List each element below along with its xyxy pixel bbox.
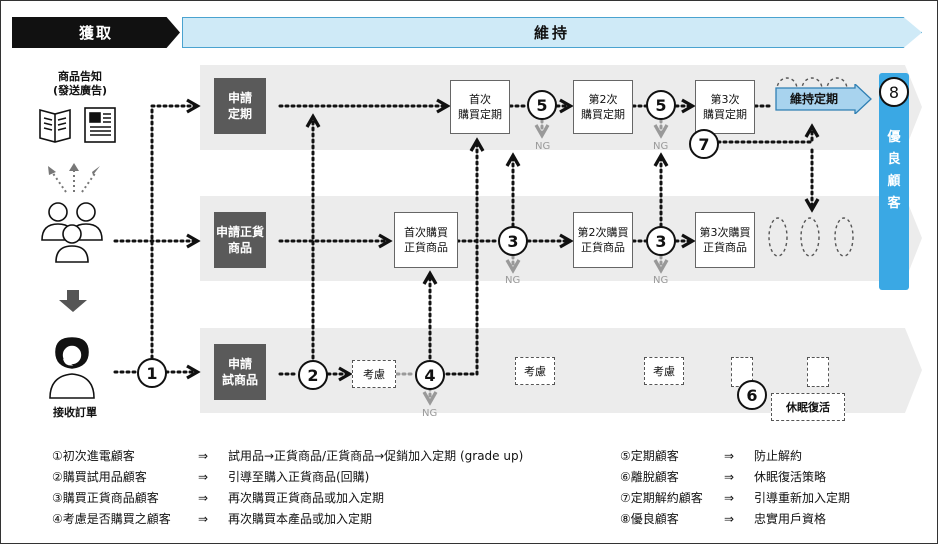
step-circle-8: 8 bbox=[879, 77, 909, 107]
legend-arrow: ⇒ bbox=[198, 491, 209, 505]
legend-row: ⑥離脫顧客 ⇒ 休眠復活策略 bbox=[620, 467, 850, 488]
ad-label-line2: (發送廣告) bbox=[52, 84, 108, 97]
legend-label: ⑤定期顧客 bbox=[620, 449, 679, 463]
box-third-regular: 第3次購買正貨商品 bbox=[695, 212, 755, 268]
lane-regular-label-line2: 商品 bbox=[227, 241, 252, 255]
box-first-regular: 首次購買 正貨商品 bbox=[394, 212, 458, 268]
spread-arrows-icon bbox=[51, 170, 97, 193]
legend-label: ④考慮是否購買之顧客 bbox=[52, 512, 171, 526]
box-consider-1: 考慮 bbox=[352, 360, 396, 388]
legend-row: ⑦定期解約顧客 ⇒ 引導重新加入定期 bbox=[620, 488, 850, 509]
ad-label-line1: 商品告知 bbox=[58, 70, 102, 83]
box-third-subscription-line2: 購買定期 bbox=[703, 108, 747, 121]
box-second-regular: 第2次購買正貨商品 bbox=[573, 212, 633, 268]
step-circle-5b: 5 bbox=[646, 90, 676, 120]
legend-label: ②購買試用品顧客 bbox=[52, 470, 147, 484]
ad-label: 商品告知 (發送廣告) bbox=[40, 70, 120, 98]
down-arrow-icon bbox=[59, 290, 87, 312]
step-circle-7: 7 bbox=[689, 129, 719, 159]
box-third-subscription: 第3次購買定期 bbox=[695, 80, 755, 134]
legend-label: ⑥離脫顧客 bbox=[620, 470, 679, 484]
newspaper-icon bbox=[39, 107, 116, 143]
legend-right: ⑤定期顧客 ⇒ 防止解約 ⑥離脫顧客 ⇒ 休眠復活策略 ⑦定期解約顧客 ⇒ 引導重新加入定期… bbox=[620, 446, 850, 530]
box-consider-3: 考慮 bbox=[644, 357, 684, 385]
legend-arrow: ⇒ bbox=[724, 449, 735, 463]
legend-label: ③購買正貨商品顧客 bbox=[52, 491, 159, 505]
box-dormant-2 bbox=[807, 357, 829, 387]
legend-left: ①初次進電顧客 ⇒ 試用品→正貨商品/正貨商品→促銷加入定期 (grade up) … bbox=[52, 446, 523, 530]
legend-desc: 再次購買本產品或加入定期 bbox=[228, 512, 373, 526]
legend-row: ③購買正貨商品顧客 ⇒ 再次購買正貨商品或加入定期 bbox=[52, 488, 523, 509]
box-third-regular-line2: 正貨商品 bbox=[703, 241, 747, 254]
lane-trial-label-line1: 申請 bbox=[227, 357, 252, 371]
lane-trial-label: 申請 試商品 bbox=[214, 344, 266, 400]
legend-arrow: ⇒ bbox=[724, 470, 735, 484]
box-third-subscription-line1: 第3次 bbox=[710, 93, 740, 106]
step-circle-4: 4 bbox=[415, 360, 445, 390]
ng-label-5: NG bbox=[422, 408, 438, 419]
step-circle-5: 5 bbox=[527, 90, 557, 120]
legend-row: ⑤定期顧客 ⇒ 防止解約 bbox=[620, 446, 850, 467]
step-circle-6: 6 bbox=[737, 380, 767, 410]
legend-desc: 休眠復活策略 bbox=[754, 470, 827, 484]
legend-desc: 試用品→正貨商品/正貨商品→促銷加入定期 (grade up) bbox=[228, 449, 524, 463]
spread-arrowheads-icon bbox=[48, 163, 100, 175]
lane-subscription-label: 申請 定期 bbox=[214, 78, 266, 134]
step-circle-1: 1 bbox=[137, 358, 167, 388]
box-first-subscription: 首次 購買定期 bbox=[450, 80, 510, 134]
loyal-line1: 優 bbox=[887, 130, 901, 145]
step-circle-3b: 3 bbox=[646, 226, 676, 256]
legend-arrow: ⇒ bbox=[198, 449, 209, 463]
left-icons bbox=[39, 107, 116, 399]
flow-c1-to-subscription bbox=[150, 106, 196, 360]
step-circle-2: 2 bbox=[298, 360, 328, 390]
box-third-regular-line1: 第3次購買 bbox=[699, 226, 751, 239]
box-first-regular-line1: 首次購買 bbox=[404, 226, 448, 239]
legend-arrow: ⇒ bbox=[724, 491, 735, 505]
box-maintain-subscription: 維持定期 bbox=[789, 92, 838, 106]
box-second-regular-line2: 正貨商品 bbox=[581, 241, 625, 254]
ng-label-4: NG bbox=[653, 275, 669, 286]
legend-row: ②購買試用品顧客 ⇒ 引導至購入正貨商品(回購) bbox=[52, 467, 523, 488]
box-second-subscription: 第2次購買定期 bbox=[573, 80, 633, 134]
legend-desc: 再次購買正貨商品或加入定期 bbox=[228, 491, 385, 505]
box-first-subscription-line1: 首次 bbox=[469, 93, 491, 106]
legend-row: ④考慮是否購買之顧客 ⇒ 再次購買本產品或加入定期 bbox=[52, 509, 523, 530]
lane-regular-label-line1: 申請正貨 bbox=[215, 225, 264, 239]
legend-label: ⑧優良顧客 bbox=[620, 512, 679, 526]
ng-label-3: NG bbox=[505, 275, 521, 286]
legend-row: ⑧優良顧客 ⇒ 忠實用戶資格 bbox=[620, 509, 850, 530]
legend-label: ①初次進電顧客 bbox=[52, 449, 135, 463]
customers-icon bbox=[41, 202, 103, 263]
operator-icon bbox=[49, 337, 95, 399]
lane-trial-label-line2: 試商品 bbox=[221, 373, 258, 387]
legend-arrow: ⇒ bbox=[724, 512, 735, 526]
loyal-line4: 客 bbox=[887, 196, 901, 211]
legend-arrow: ⇒ bbox=[198, 470, 209, 484]
order-label: 接收訂單 bbox=[53, 406, 97, 419]
box-second-subscription-line2: 購買定期 bbox=[581, 108, 625, 121]
loyal-line3: 顧 bbox=[887, 174, 901, 189]
legend-desc: 引導至購入正貨商品(回購) bbox=[228, 470, 370, 484]
legend-label: ⑦定期解約顧客 bbox=[620, 491, 703, 505]
box-dormant-revival: 休眠復活 bbox=[771, 393, 845, 421]
lane-subscription-label-line2: 定期 bbox=[227, 107, 252, 121]
legend-arrow: ⇒ bbox=[198, 512, 209, 526]
step-circle-3: 3 bbox=[498, 226, 528, 256]
loyal-line2: 良 bbox=[887, 152, 901, 167]
legend-desc: 引導重新加入定期 bbox=[754, 491, 851, 505]
ng-label-2: NG bbox=[653, 141, 669, 152]
lane-regular-label: 申請正貨 商品 bbox=[214, 212, 266, 268]
legend-row: ①初次進電顧客 ⇒ 試用品→正貨商品/正貨商品→促銷加入定期 (grade up) bbox=[52, 446, 523, 467]
box-second-subscription-line1: 第2次 bbox=[588, 93, 618, 106]
legend-desc: 忠實用戶資格 bbox=[754, 512, 827, 526]
legend-desc: 防止解約 bbox=[754, 449, 803, 463]
lane-subscription-label-line1: 申請 bbox=[227, 91, 252, 105]
ng-label-1: NG bbox=[535, 141, 551, 152]
box-first-subscription-line2: 購買定期 bbox=[458, 108, 502, 121]
box-first-regular-line2: 正貨商品 bbox=[404, 241, 448, 254]
box-consider-2: 考慮 bbox=[515, 357, 555, 385]
box-second-regular-line1: 第2次購買 bbox=[577, 226, 629, 239]
